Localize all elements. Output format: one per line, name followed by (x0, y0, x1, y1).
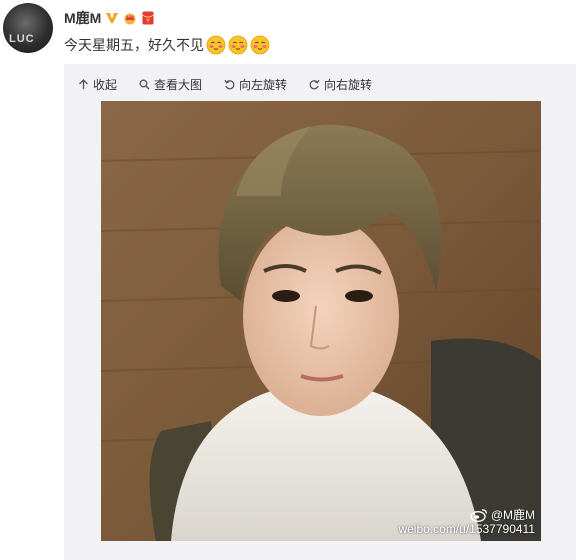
collapse-label: 收起 (93, 78, 118, 92)
post-text-content: 今天星期五，好久不见 (64, 37, 204, 53)
weibo-logo-icon (470, 509, 487, 522)
rotate-left-button[interactable]: 向左旋转 (224, 76, 287, 93)
magnifier-icon (139, 79, 150, 90)
watermark-handle: @M鹿M (490, 508, 535, 522)
blush-emoji-icon (206, 35, 226, 55)
rotate-right-label: 向右旋转 (324, 78, 373, 92)
rotate-right-button[interactable]: 向右旋转 (309, 76, 372, 93)
blush-emoji-icon (250, 35, 270, 55)
svg-text:¥: ¥ (146, 18, 150, 25)
hongbao-icon[interactable]: ¥ (141, 11, 155, 25)
view-large-button[interactable]: 查看大图 (139, 76, 202, 93)
view-large-label: 查看大图 (154, 78, 203, 92)
weibo-post: LUC M鹿M ¥ 今天星期五，好久不见 收起 查看大图 向左旋转 向右旋转 @… (0, 0, 586, 560)
crown-badge-icon[interactable] (123, 11, 137, 25)
post-text: 今天星期五，好久不见 (64, 35, 270, 55)
arrow-up-icon (79, 79, 88, 89)
avatar-text: LUC (9, 33, 35, 45)
post-photo[interactable]: @M鹿M weibo.com/u/1537790411 (101, 101, 541, 541)
blush-emoji-icon (228, 35, 248, 55)
media-toolbar: 收起 查看大图 向左旋转 向右旋转 (78, 76, 372, 93)
post-header: M鹿M ¥ (64, 8, 155, 28)
portrait-illustration (101, 101, 541, 541)
rotate-left-icon (224, 79, 235, 90)
username[interactable]: M鹿M (64, 8, 101, 28)
watermark-handle-row: @M鹿M (398, 508, 535, 522)
rotate-left-label: 向左旋转 (239, 78, 288, 92)
verified-v-icon[interactable] (105, 11, 119, 25)
collapse-button[interactable]: 收起 (78, 76, 117, 93)
avatar[interactable]: LUC (3, 3, 53, 53)
watermark-url: weibo.com/u/1537790411 (398, 522, 535, 536)
media-panel: 收起 查看大图 向左旋转 向右旋转 @M鹿M weibo.com/u/15377… (64, 64, 576, 560)
watermark: @M鹿M weibo.com/u/1537790411 (398, 508, 535, 536)
rotate-right-icon (309, 79, 320, 90)
